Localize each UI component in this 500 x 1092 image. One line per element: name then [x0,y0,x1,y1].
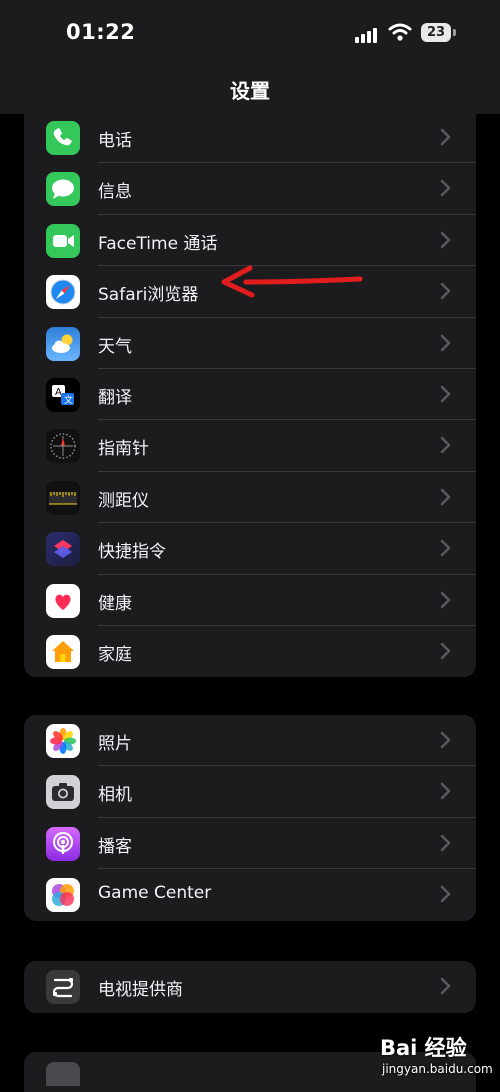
photos-icon [46,724,80,758]
svg-text:A: A [55,387,62,398]
settings-row-photos[interactable]: 照片 [24,715,476,767]
settings-row-compass[interactable]: 指南针 [24,420,476,472]
status-time: 01:22 [66,20,136,44]
settings-row-label: 健康 [98,593,132,614]
chevron-right-icon [440,539,451,557]
status-bar: 01:22 23 [0,0,500,64]
settings-row-tv-provider[interactable]: 电视提供商 [24,961,476,1012]
chevron-right-icon [440,834,451,852]
settings-row-label: 电视提供商 [98,980,183,1000]
chevron-right-icon [440,977,451,995]
settings-row-label: 翻译 [98,387,132,408]
settings-row-label: 快捷指令 [98,542,166,563]
settings-row-phone[interactable]: 电话 [24,112,476,164]
battery-icon: 23 [421,23,456,42]
settings-row-translate[interactable]: A 文 翻译 [24,369,476,421]
settings-row-label: 指南针 [98,439,149,460]
chevron-right-icon [440,783,451,800]
settings-row-label: 播客 [98,836,132,857]
settings-row-camera[interactable]: 相机 [24,766,476,818]
settings-row-label: Safari浏览器 [98,285,199,306]
camera-icon [46,775,80,810]
settings-row-messages[interactable]: 信息 [24,163,476,215]
settings-row-home[interactable]: 家庭 [24,626,476,677]
weather-icon [46,326,80,361]
navigation-bar: 设置 [0,64,500,114]
health-icon [46,583,80,618]
chevron-right-icon [440,231,451,249]
settings-row-label: 相机 [98,785,132,806]
compass-icon [46,429,80,464]
podcasts-icon [46,826,80,861]
settings-row-label: 家庭 [98,644,132,665]
settings-group-media: 照片 相机 播客 Game Center [24,715,476,921]
settings-group-tv: 电视提供商 [24,961,476,1013]
settings-row-label: Game Center [98,883,212,904]
chevron-right-icon [440,885,451,903]
settings-row-label: 电话 [98,131,132,151]
settings-row-measure[interactable]: 测距仪 [24,472,476,524]
settings-row-facetime[interactable]: FaceTime 通话 [24,215,476,267]
game-center-icon [46,878,80,913]
settings-row-game-center[interactable]: Game Center [24,869,476,920]
settings-row-label: 测距仪 [98,490,149,511]
annotation-arrow-icon [221,265,363,298]
settings-row-weather[interactable]: 天气 [24,318,476,369]
svg-text:文: 文 [64,394,73,406]
settings-row-label: FaceTime 通话 [98,233,218,254]
watermark-logo-text: Bai 经验 [380,1036,467,1060]
baidu-watermark: Bai 经验 jingyan.baidu.com [380,1028,498,1084]
settings-row-podcasts[interactable]: 播客 [24,818,476,870]
settings-row-shortcuts[interactable]: 快捷指令 [24,523,476,575]
chevron-right-icon [440,128,451,146]
home-icon [46,634,80,669]
chevron-right-icon [440,731,451,749]
chevron-right-icon [440,437,451,454]
settings-row-health[interactable]: 健康 [24,575,476,626]
measure-icon [46,480,80,515]
cellular-signal-icon [355,25,381,43]
safari-icon [46,275,80,310]
settings-row-label: 天气 [98,336,132,357]
chevron-right-icon [440,282,451,300]
messages-icon [46,172,80,207]
settings-group-apps: 电话 信息 FaceTime 通话 Safari浏览器 天气 A 文 翻译 指南… [24,112,476,677]
tv-provider-icon [46,970,80,1004]
chevron-right-icon [440,591,451,608]
chevron-right-icon [440,180,451,197]
chevron-right-icon [440,488,451,505]
chevron-right-icon [440,642,451,660]
shortcuts-icon [46,532,80,567]
facetime-icon [46,223,80,258]
page-title: 设置 [230,79,270,103]
phone-icon [46,121,80,155]
watermark-url: jingyan.baidu.com [382,1062,493,1076]
translate-icon: A 文 [46,377,80,412]
chevron-right-icon [440,385,451,403]
wifi-icon [388,23,412,41]
settings-row-label: 照片 [98,734,132,754]
settings-row-label: 信息 [98,182,132,203]
chevron-right-icon [440,334,451,351]
blurred-app-icon [46,1062,80,1086]
